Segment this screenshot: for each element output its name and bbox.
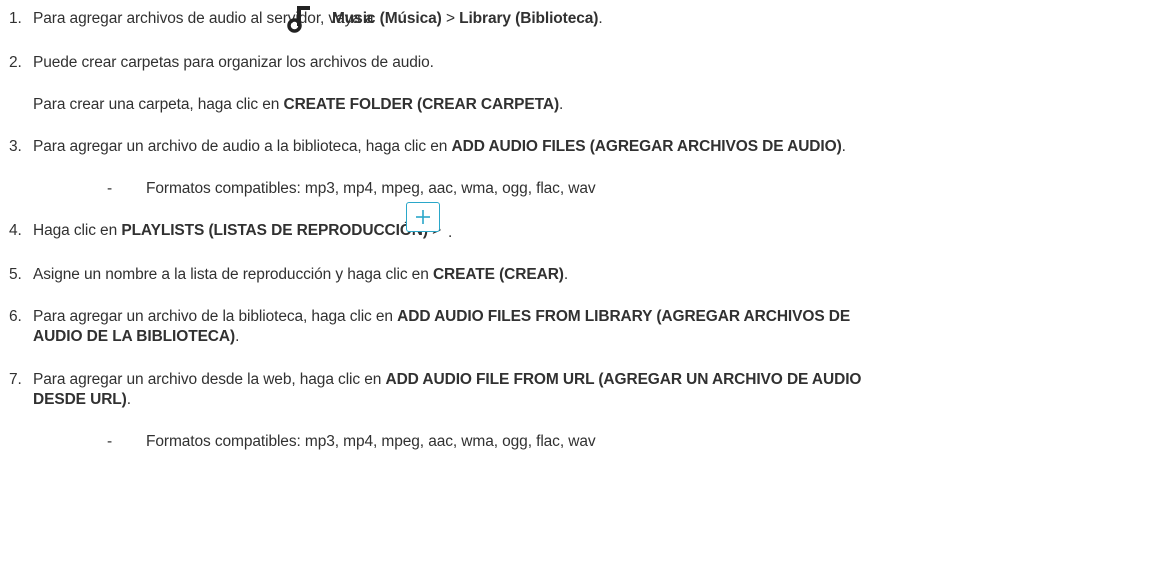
- step-4-end: .: [448, 223, 452, 243]
- step-command-continued: AUDIO DE LA BIBLIOTECA): [33, 328, 236, 345]
- step-number: 7.: [9, 371, 22, 388]
- plus-icon: [416, 210, 430, 224]
- step-text: Para agregar un archivo de audio a la bi…: [33, 137, 846, 157]
- step-text: Haga clic en PLAYLISTS (LISTAS DE REPROD…: [33, 221, 441, 241]
- menu-music: Music (Música): [332, 10, 442, 27]
- step-command: ADD AUDIO FILES FROM LIBRARY (AGREGAR AR…: [397, 308, 851, 325]
- step-text-plain: Haga clic en: [33, 222, 118, 239]
- step-1-path: Music (Música) > Library (Biblioteca).: [332, 9, 603, 29]
- step-text-plain: Para crear una carpeta, haga clic en: [33, 96, 280, 113]
- step-text: AUDIO DE LA BIBLIOTECA).: [33, 327, 239, 347]
- step-number: 3.: [9, 138, 22, 155]
- step-command: ADD AUDIO FILE FROM URL (AGREGAR UN ARCH…: [385, 371, 862, 388]
- step-text-plain: Para agregar un archivo de la biblioteca…: [33, 308, 393, 325]
- bullet-text: Formatos compatibles: mp3, mp4, mpeg, aa…: [146, 433, 596, 450]
- step-text: Asigne un nombre a la lista de reproducc…: [33, 265, 568, 285]
- step-command: CREATE (CREAR): [432, 266, 564, 283]
- add-playlist-button: [406, 202, 440, 232]
- period: .: [598, 10, 603, 27]
- bullet-dash: -: [107, 433, 113, 450]
- music-note-icon: [287, 6, 310, 33]
- step-command: PLAYLISTS (LISTAS DE REPRODUCCIÓN): [121, 222, 428, 239]
- step-number: 5.: [9, 266, 22, 283]
- period: .: [563, 266, 569, 283]
- period: .: [235, 328, 240, 345]
- period: .: [126, 391, 131, 408]
- step-text-plain: Para agregar un archivo desde la web, ha…: [33, 371, 382, 388]
- step-command-continued: DESDE URL): [33, 391, 127, 408]
- bullet-dash: -: [107, 180, 113, 197]
- bullet-text: Formatos compatibles: mp3, mp4, mpeg, aa…: [146, 180, 596, 197]
- step-text: Puede crear carpetas para organizar los …: [33, 54, 434, 71]
- step-text: Para agregar un archivo desde la web, ha…: [33, 370, 861, 390]
- step-number: 2.: [9, 54, 22, 71]
- path-separator: >: [445, 10, 455, 27]
- step-text: Para agregar archivos de audio al servid…: [33, 9, 374, 29]
- step-number: 4.: [9, 222, 22, 239]
- step-number: 6.: [9, 308, 22, 325]
- step-text-plain: Para agregar archivos de audio al servid…: [33, 10, 374, 27]
- step-text: Para agregar un archivo de la biblioteca…: [33, 307, 850, 327]
- step-command: CREATE FOLDER (CREAR CARPETA): [283, 96, 560, 113]
- menu-library: Library (Biblioteca): [459, 10, 599, 27]
- step-text-plain: Para agregar un archivo de audio a la bi…: [33, 138, 448, 155]
- step-command: ADD AUDIO FILES (AGREGAR ARCHIVOS DE AUD…: [451, 138, 842, 155]
- period: .: [448, 224, 453, 241]
- step-text: Para crear una carpeta, haga clic en CRE…: [33, 95, 563, 115]
- period: .: [559, 96, 564, 113]
- step-text: DESDE URL).: [33, 390, 131, 410]
- period: .: [841, 138, 846, 155]
- step-number: 1.: [9, 10, 22, 27]
- step-text-plain: Asigne un nombre a la lista de reproducc…: [33, 266, 429, 283]
